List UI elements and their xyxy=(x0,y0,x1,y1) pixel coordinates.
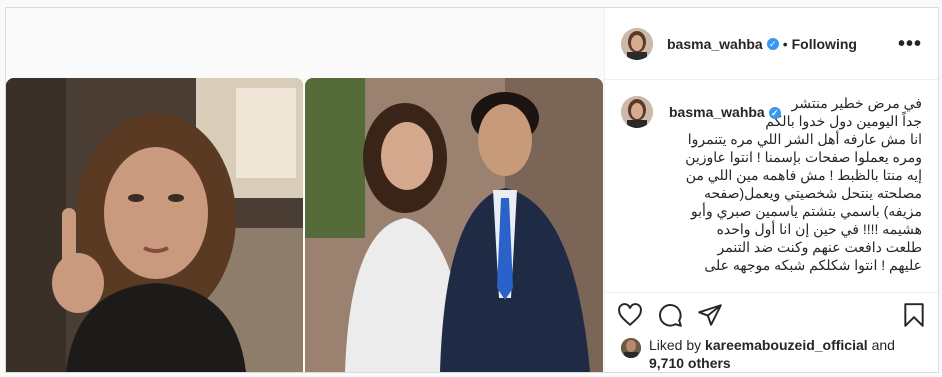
post-frame: basma_wahba ✓ • Following ••• basma_wahb… xyxy=(5,7,939,373)
avatar[interactable] xyxy=(621,27,653,60)
caption-line: انا مش عارفه أهل الشر اللي مره يتنمروا xyxy=(687,131,922,147)
caption-avatar[interactable] xyxy=(621,96,653,128)
more-options-icon[interactable]: ••• xyxy=(898,34,922,54)
likes-count[interactable]: 9,710 others xyxy=(649,355,731,371)
photo-woman-pointing xyxy=(6,78,303,372)
comment-icon[interactable] xyxy=(657,302,683,328)
share-icon[interactable] xyxy=(697,302,723,328)
caption-line: عليهم ! انتوا شكلكم شبكه موجهه على xyxy=(704,257,922,273)
post-header: basma_wahba ✓ • Following ••• xyxy=(605,8,938,80)
caption-username[interactable]: basma_wahba ✓ xyxy=(669,104,781,120)
post-media[interactable] xyxy=(6,8,604,372)
caption-line: إيه منتا بالظبط ! مش فاهمه مين اللي من xyxy=(685,167,922,183)
liker-avatar[interactable] xyxy=(621,338,641,358)
action-bar xyxy=(605,292,938,336)
caption-line: هشيمه !!!! في حين إن انا أول واحده xyxy=(716,221,922,237)
caption-verified-icon: ✓ xyxy=(768,107,781,119)
following-button[interactable]: Following xyxy=(792,36,857,52)
heart-icon[interactable] xyxy=(617,302,643,328)
likes-summary: Liked by kareemabouzeid_official and 9,7… xyxy=(605,336,938,372)
caption-text: في مرض خطير منتشر جداً اليومين دول خدوا … xyxy=(665,94,922,274)
verified-icon: ✓ xyxy=(766,37,779,50)
separator-dot: • xyxy=(782,35,788,52)
caption-line: مصلحته ينتحل شخصيتي ويعمل(صفحه xyxy=(703,185,922,201)
likes-and-label: and xyxy=(871,337,895,353)
caption-username-text: basma_wahba xyxy=(669,104,765,120)
caption-line: مزيفه) باسمي بتشتم ياسمين صبري وأبو xyxy=(690,203,922,219)
caption-line: ومره يعملوا صفحات بإسمنا ! انتوا عاوزين xyxy=(685,149,922,165)
caption-line: طلعت دافعت عنهم وكنت ضد التنمر xyxy=(717,239,922,255)
liker-username[interactable]: kareemabouzeid_official xyxy=(705,337,868,353)
caption-area: basma_wahba ✓ في مرض خطير منتشر جداً اليو… xyxy=(605,80,938,292)
post-sidebar: basma_wahba ✓ • Following ••• basma_wahb… xyxy=(604,8,938,372)
photo-couple xyxy=(305,78,603,372)
bookmark-icon[interactable] xyxy=(901,302,927,328)
liked-by-label: Liked by xyxy=(649,337,702,353)
header-username[interactable]: basma_wahba xyxy=(667,36,763,52)
